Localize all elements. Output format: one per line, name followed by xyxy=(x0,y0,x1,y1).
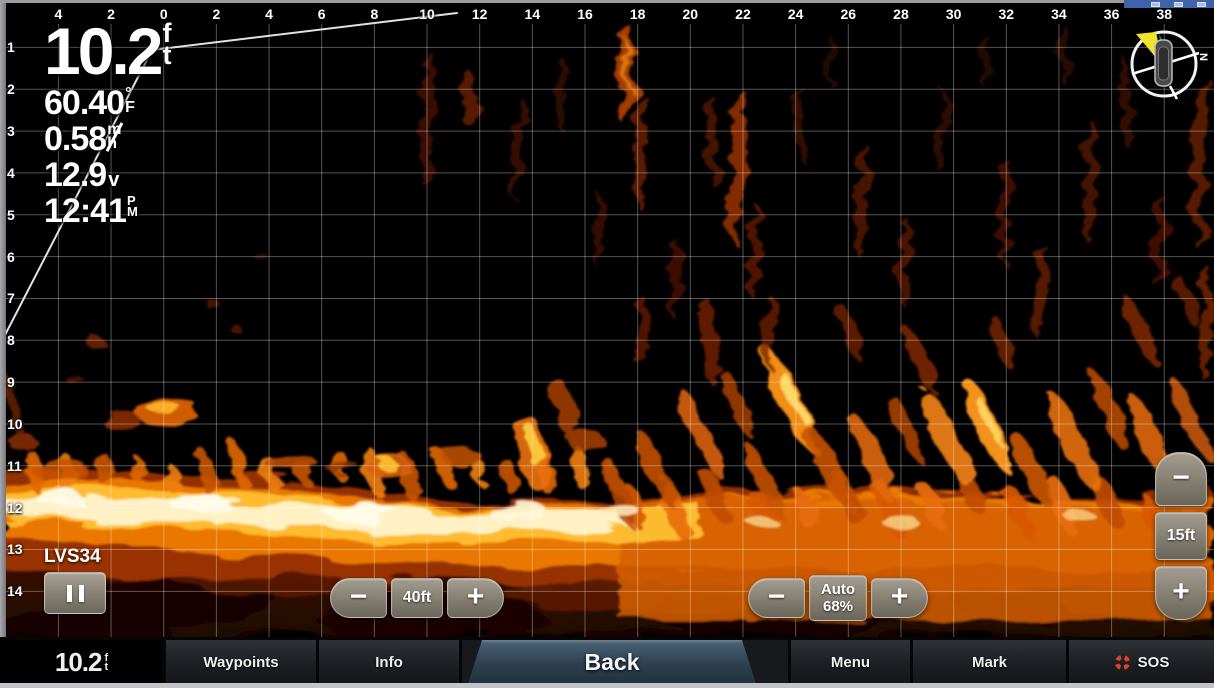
top-axis-label: 34 xyxy=(1051,6,1067,22)
top-axis-label: 26 xyxy=(841,6,857,22)
bezel-top xyxy=(0,0,1214,3)
depth-readout: 10.2 f t xyxy=(44,18,171,84)
depth-axis-label: 12 xyxy=(7,500,25,516)
speed-readout: 0.58 m h xyxy=(44,122,171,156)
back-button-cell: Back xyxy=(462,640,788,684)
range-minus-button[interactable]: − xyxy=(330,578,387,618)
sonar-canvas xyxy=(0,0,1214,688)
sos-lifering-icon xyxy=(1114,654,1131,671)
top-axis-label: 4 xyxy=(265,6,273,22)
voltage-value: 12.9 xyxy=(44,158,106,192)
menu-depth-unit: f t xyxy=(104,654,108,673)
remote-icon-1[interactable] xyxy=(1151,2,1160,7)
top-axis-label: 12 xyxy=(472,6,488,22)
forward-range-value: 15ft xyxy=(1155,512,1207,560)
menu-bar: 10.2 f t Waypoints Info Back Menu Mark S… xyxy=(0,637,1214,684)
top-axis-label: 24 xyxy=(788,6,804,22)
top-axis-label: 36 xyxy=(1104,6,1120,22)
top-axis-label: 6 xyxy=(318,6,326,22)
plus-icon: + xyxy=(1172,577,1190,607)
fishfinder-screen: 4202468101214161820222426283032343638 12… xyxy=(0,0,1214,688)
gain-value: Auto 68% xyxy=(809,575,867,621)
pause-icon xyxy=(79,585,84,602)
minus-icon: − xyxy=(768,582,786,612)
pause-button[interactable] xyxy=(44,572,106,614)
bezel-left xyxy=(0,3,6,684)
remote-viewer-strip xyxy=(1124,0,1214,8)
depth-axis-label: 10 xyxy=(7,416,25,432)
data-overlay: 10.2 f t 60.40 ° F 0.58 m h 12.9 v 12:41 xyxy=(44,18,171,228)
top-axis-label: 32 xyxy=(998,6,1014,22)
forward-range-plus-button[interactable]: + xyxy=(1155,566,1207,620)
temperature-readout: 60.40 ° F xyxy=(44,86,171,120)
menu-depth-readout: 10.2 f t xyxy=(0,640,163,684)
depth-axis-label: 9 xyxy=(7,374,25,390)
info-button[interactable]: Info xyxy=(319,640,459,684)
menu-button[interactable]: Menu xyxy=(791,640,910,684)
transducer-source-label: LVS34 xyxy=(44,546,106,568)
depth-axis-label: 2 xyxy=(7,81,25,97)
depth-value: 10.2 xyxy=(44,18,160,84)
top-axis-label: 14 xyxy=(525,6,541,22)
speed-unit: m h xyxy=(107,123,121,150)
sonar-returns xyxy=(0,26,1214,652)
transducer-panel: LVS34 xyxy=(44,546,106,614)
voltage-readout: 12.9 v xyxy=(44,158,171,192)
depth-unit: f t xyxy=(162,22,171,66)
remote-icon-2[interactable] xyxy=(1174,2,1183,7)
transducer-icon-inner xyxy=(1159,47,1169,80)
top-axis-label: 22 xyxy=(735,6,751,22)
sonar-display[interactable] xyxy=(0,0,1214,688)
depth-axis-label: 5 xyxy=(7,207,25,223)
range-value: 40ft xyxy=(391,578,443,618)
range-plus-button[interactable]: + xyxy=(447,578,504,618)
top-axis-label: 8 xyxy=(370,6,378,22)
plus-icon: + xyxy=(467,582,485,612)
top-axis-label: 30 xyxy=(946,6,962,22)
waypoints-button[interactable]: Waypoints xyxy=(166,640,316,684)
bezel-bottom xyxy=(0,683,1214,688)
depth-axis-label: 11 xyxy=(7,458,25,474)
top-axis-label: 2 xyxy=(212,6,220,22)
time-unit: P M xyxy=(127,195,138,217)
depth-axis-label: 1 xyxy=(7,39,25,55)
sos-button[interactable]: SOS xyxy=(1069,640,1214,684)
north-label: N xyxy=(1197,53,1209,61)
gain-percent: 68% xyxy=(823,598,853,615)
depth-axis-label: 4 xyxy=(7,165,25,181)
back-button[interactable]: Back xyxy=(468,640,756,684)
transducer-orientation-icon: N xyxy=(1126,20,1210,108)
top-axis-label: 16 xyxy=(577,6,593,22)
remote-icon-3[interactable] xyxy=(1197,2,1206,7)
depth-axis-label: 6 xyxy=(7,249,25,265)
forward-range-minus-button[interactable]: − xyxy=(1155,452,1207,506)
time-value: 12:41 xyxy=(44,194,126,228)
temperature-value: 60.40 xyxy=(44,86,124,120)
gain-plus-button[interactable]: + xyxy=(871,578,928,618)
depth-axis-label: 3 xyxy=(7,123,25,139)
depth-axis-label: 13 xyxy=(7,541,25,557)
time-readout: 12:41 P M xyxy=(44,194,171,228)
plus-icon: + xyxy=(891,582,909,612)
top-axis-label: 18 xyxy=(630,6,646,22)
depth-axis-label: 7 xyxy=(7,290,25,306)
minus-icon: − xyxy=(1172,463,1190,493)
depth-axis-label: 8 xyxy=(7,332,25,348)
top-axis-label: 28 xyxy=(893,6,909,22)
gain-minus-button[interactable]: − xyxy=(748,578,805,618)
mark-button[interactable]: Mark xyxy=(913,640,1066,684)
speed-value: 0.58 xyxy=(44,122,106,156)
top-axis-label: 10 xyxy=(419,6,435,22)
gain-mode: Auto xyxy=(821,581,855,598)
depth-axis-label: 14 xyxy=(7,583,25,599)
temperature-unit: ° F xyxy=(125,87,135,114)
pause-icon xyxy=(67,585,72,602)
voltage-unit: v xyxy=(108,170,119,190)
minus-icon: − xyxy=(350,582,368,612)
top-axis-label: 20 xyxy=(683,6,699,22)
